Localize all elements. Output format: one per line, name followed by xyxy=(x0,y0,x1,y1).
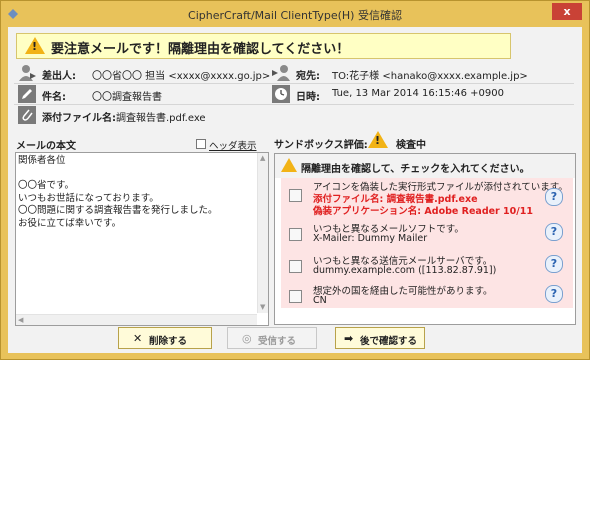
scroll-down-icon[interactable]: ▼ xyxy=(260,303,265,311)
reason-checkbox[interactable] xyxy=(289,290,302,303)
mail-body[interactable]: 関係者各位 〇〇省です。 いつもお世話になっております。 〇〇問題に関する調査報告書… xyxy=(15,152,269,326)
delete-icon: ✕ xyxy=(133,332,143,345)
subject-label: 件名: xyxy=(42,92,66,103)
mail-body-text: 関係者各位 〇〇省です。 いつもお世話になっております。 〇〇問題に関する調査報告書… xyxy=(18,155,218,230)
reason-checkbox[interactable] xyxy=(289,189,302,202)
to-value: TO:花子様 <hanako@xxxx.example.jp> xyxy=(332,71,528,82)
header-toggle-checkbox[interactable] xyxy=(196,139,206,149)
sandbox-instruction: 隔離理由を確認して、チェックを入れてください。 xyxy=(301,164,530,175)
attachment-label: 添付ファイル名: xyxy=(42,113,116,124)
help-icon[interactable]: ? xyxy=(545,223,563,241)
from-row: 差出人: 〇〇省〇〇 担当 <xxxx@xxxx.go.jp> xyxy=(18,64,271,84)
divider xyxy=(14,104,574,105)
scroll-left-icon[interactable]: ◀ xyxy=(18,316,23,324)
reason-item[interactable]: いつもと異なる送信元メールサーバです。 dummy.example.com ([… xyxy=(281,252,573,284)
reason-checkbox[interactable] xyxy=(289,228,302,241)
delete-button-label: 削除する xyxy=(149,336,188,347)
warning-icon: ! xyxy=(368,131,388,148)
from-label: 差出人: xyxy=(42,71,76,82)
sandbox-header: サンドボックス評価: ! 検査中 xyxy=(274,130,576,152)
attachment-value: 調査報告書.pdf.exe xyxy=(116,113,206,124)
scroll-up-icon[interactable]: ▲ xyxy=(260,154,265,162)
to-row: 宛先: TO:花子様 <hanako@xxxx.example.jp> xyxy=(272,64,572,84)
warning-icon xyxy=(281,158,297,172)
warning-icon: ! xyxy=(25,37,45,54)
to-label: 宛先: xyxy=(296,71,320,82)
reason-detail: CN xyxy=(313,295,327,306)
pencil-icon xyxy=(18,85,36,103)
sandbox-eval-label: サンドボックス評価: xyxy=(274,140,368,151)
reason-item[interactable]: 想定外の国を経由した可能性があります。 CN ? xyxy=(281,282,573,314)
sandbox-status: 検査中 xyxy=(396,140,426,151)
help-icon[interactable]: ? xyxy=(545,285,563,303)
header-toggle-label[interactable]: ヘッダ表示 xyxy=(209,138,257,152)
warning-banner: ! 要注意メールです！隔離理由を確認してください！ xyxy=(16,33,511,59)
mail-body-line: お役に立てば幸いです。 xyxy=(18,217,122,229)
body-pane-title: メールの本文 xyxy=(16,141,76,152)
reason-detail: dummy.example.com ([113.82.87.91]) xyxy=(313,265,497,276)
help-icon[interactable]: ? xyxy=(545,255,563,273)
reason-checkbox[interactable] xyxy=(289,260,302,273)
divider xyxy=(14,83,574,84)
reason-item[interactable]: アイコンを偽装した実行形式ファイルが添付されています。 添付ファイル名: 調査報… xyxy=(281,178,573,218)
mail-body-line: いつもお世話になっております。 xyxy=(18,192,159,204)
mail-body-line: 〇〇省です。 xyxy=(18,180,75,191)
close-button[interactable]: x xyxy=(552,3,582,20)
title-bar[interactable]: CipherCraft/Mail ClientType(H) 受信確認 x xyxy=(1,1,589,27)
sandbox-panel: 隔離理由を確認して、チェックを入れてください。 アイコンを偽装した実行形式ファイ… xyxy=(274,153,576,325)
attachment-row: 添付ファイル名: 調査報告書.pdf.exe xyxy=(18,106,318,126)
from-value: 〇〇省〇〇 担当 <xxxx@xxxx.go.jp> xyxy=(92,71,271,82)
delete-button[interactable]: ✕ 削除する xyxy=(118,327,212,349)
reason-text: 想定外の国を経由した可能性があります。 xyxy=(313,286,493,297)
horizontal-scrollbar[interactable]: ◀ xyxy=(16,314,257,325)
later-button-label: 後で確認する xyxy=(360,336,418,347)
paperclip-icon xyxy=(18,106,36,124)
help-icon[interactable]: ? xyxy=(545,188,563,206)
mail-body-line xyxy=(18,168,218,181)
date-value: Tue, 13 Mar 2014 16:15:46 +0900 xyxy=(332,88,504,99)
message-window: CipherCraft/Mail ClientType(H) 受信確認 x ! … xyxy=(0,0,590,360)
mail-body-line: 〇〇問題に関する調査報告書を発行しました。 xyxy=(18,205,218,216)
arrow-right-icon: ➡ xyxy=(344,332,354,345)
reason-list: アイコンを偽装した実行形式ファイルが添付されています。 添付ファイル名: 調査報… xyxy=(281,178,573,308)
date-row: 日時: Tue, 13 Mar 2014 16:15:46 +0900 xyxy=(272,85,572,105)
receive-button-label: 受信する xyxy=(258,336,297,347)
later-button[interactable]: ➡ 後で確認する xyxy=(335,327,425,349)
sandbox-instruction-bar: 隔離理由を確認して、チェックを入れてください。 xyxy=(275,154,575,178)
reason-detail: 偽装アプリケーション名: Adobe Reader 10/11 xyxy=(313,206,533,217)
warning-banner-text: 要注意メールです！隔離理由を確認してください！ xyxy=(51,42,350,57)
sender-icon xyxy=(19,65,36,81)
subject-value: 〇〇調査報告書 xyxy=(92,92,162,103)
vertical-scrollbar[interactable]: ▲ ▼ xyxy=(257,153,268,313)
mail-body-line: 関係者各位 xyxy=(18,155,66,166)
date-label: 日時: xyxy=(296,92,320,103)
receive-icon: ◎ xyxy=(242,332,252,345)
clock-icon xyxy=(272,85,290,103)
receive-button[interactable]: ◎ 受信する xyxy=(227,327,317,349)
subject-row: 件名: 〇〇調査報告書 xyxy=(18,85,268,105)
reason-detail: X-Mailer: Dummy Mailer xyxy=(313,233,428,244)
reason-item[interactable]: いつもと異なるメールソフトです。 X-Mailer: Dummy Mailer … xyxy=(281,220,573,252)
window-title: CipherCraft/Mail ClientType(H) 受信確認 xyxy=(188,9,402,22)
window-content: ! 要注意メールです！隔離理由を確認してください！ 差出人: 〇〇省〇〇 担当 … xyxy=(8,27,582,353)
recipient-icon xyxy=(272,65,290,81)
